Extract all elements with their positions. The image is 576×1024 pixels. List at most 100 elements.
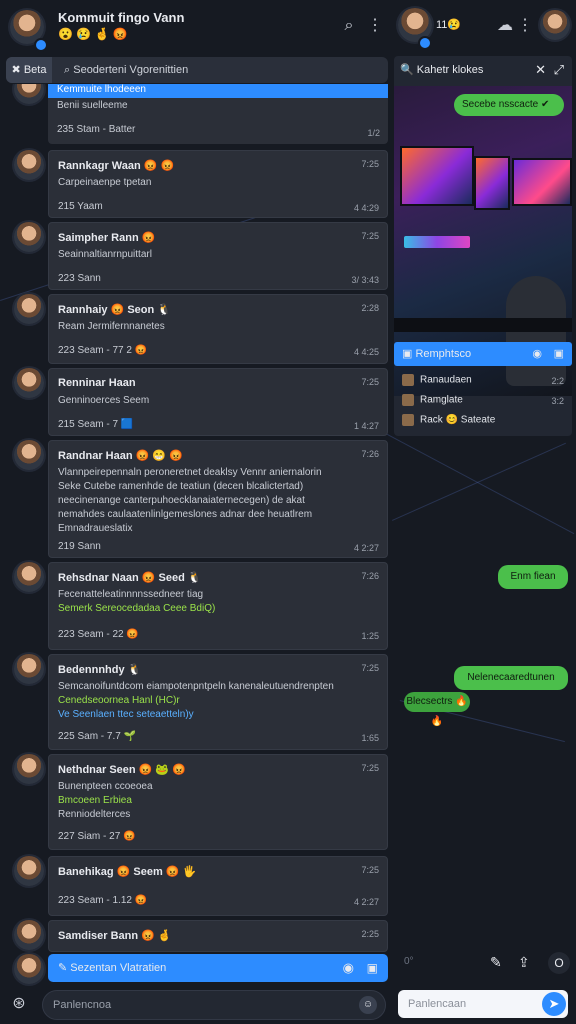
- member-item[interactable]: Ranaudaen: [402, 374, 472, 386]
- message-card[interactable]: Samdiser Bann 😡 🤞 2:25: [48, 920, 388, 952]
- whatsapp-icon[interactable]: ◉: [343, 954, 354, 982]
- side-toolbar: 0° ✎ ⇪ O: [400, 952, 572, 976]
- chat-bubble[interactable]: Nelenecaaredtunen: [454, 666, 568, 690]
- media-blue-bar[interactable]: ▣ Remphtsco ◉ ▣: [394, 342, 572, 366]
- emoji-icon[interactable]: ☺: [359, 996, 377, 1014]
- avatar[interactable]: [14, 222, 44, 252]
- search-icon[interactable]: ⌕: [338, 16, 360, 36]
- cloud-icon[interactable]: ☁: [494, 16, 516, 36]
- expand-icon[interactable]: ⤢: [554, 56, 564, 84]
- avatar[interactable]: [14, 562, 44, 592]
- message-text: Ream Jermifernnanetes: [58, 321, 165, 332]
- chat-column: Kommuit fingo Vann 😮 😢 🤞 😡 ⌕ ⋮ ✖ Beta ⌕ …: [0, 0, 392, 1024]
- message-text: Fecenatteleatinnnnssedneer tiag: [58, 589, 204, 600]
- message-time: 7:26: [361, 571, 379, 581]
- message-meta: 215 Yaam: [58, 201, 103, 212]
- avatar[interactable]: [14, 856, 44, 886]
- message-ticks: 4 4:29: [353, 203, 379, 213]
- message-card[interactable]: Rannkagr Waan 😡 😡 7:25 Carpeinaenpe tpet…: [48, 150, 388, 218]
- message-time: 7:25: [361, 865, 379, 875]
- overlay-pill[interactable]: Secebe nsscacte ✔: [454, 94, 564, 116]
- message-text: Seke Cutebe ramenhde de teatiun (decen b…: [58, 481, 304, 492]
- message-card[interactable]: Kemmuite lhodeeen Benii suelleeme 235 St…: [48, 84, 388, 144]
- share-icon[interactable]: ⇪: [518, 954, 530, 971]
- media-panel-header: 🔍 Kahetr klokes ✕ ⤢: [394, 56, 572, 84]
- message-author: Nethdnar Seen 😡 🐸 😡: [58, 764, 186, 776]
- message-author: Randnar Haan 😡 😁 😡: [58, 450, 183, 462]
- media-panel-title-text: Kahetr klokes: [416, 64, 484, 76]
- monitor-shape: [400, 146, 474, 206]
- message-meta: 219 Sann: [58, 541, 101, 552]
- message-text: Renniodelterces: [58, 809, 131, 820]
- message-card[interactable]: Nethdnar Seen 😡 🐸 😡 7:25 Bunenpteen ccoe…: [48, 754, 388, 850]
- message-time: 7:25: [361, 377, 379, 387]
- member-item[interactable]: Rack 😊 Sateate: [402, 414, 495, 426]
- close-icon[interactable]: ✕: [535, 56, 546, 84]
- kebab-icon[interactable]: ⋮: [364, 16, 386, 36]
- message-card[interactable]: Banehikag 😡 Seem 😡 🖐 7:25 223 Seam - 1.1…: [48, 856, 388, 916]
- message-time: 7:25: [361, 159, 379, 169]
- message-meta: 223 Seam - 77 2 😡: [58, 345, 148, 356]
- message-ticks: 3/ 3:43: [351, 275, 379, 285]
- compose-banner-label: ✎ Sezentan Vlatratien: [58, 962, 167, 974]
- pin-icon[interactable]: ✎: [490, 954, 502, 971]
- chat-bubble[interactable]: Blecsectrs 🔥🔥: [404, 692, 470, 727]
- monitor-shape: [512, 158, 572, 206]
- message-card[interactable]: Bedennnhdy 🐧 7:25 Semcanoifuntdcom eiamp…: [48, 654, 388, 750]
- message-ticks: 1 4:27: [353, 421, 379, 431]
- avatar[interactable]: [14, 920, 44, 950]
- message-text: Seainnaltianrnpuittarl: [58, 249, 152, 260]
- message-card[interactable]: Saimpher Rann 😡 7:25 Seainnaltianrnpuitt…: [48, 222, 388, 290]
- message-text: Bmcoeen Erbiea: [58, 795, 132, 806]
- avatar[interactable]: [14, 754, 44, 784]
- message-ticks: 1:25: [361, 631, 379, 641]
- compose-banner[interactable]: ✎ Sezentan Vlatratien ◉ ▣: [48, 954, 388, 982]
- avatar[interactable]: [14, 954, 44, 984]
- user-avatar[interactable]: [540, 10, 570, 40]
- message-list[interactable]: Kemmuite lhodeeen Benii suelleeme 235 St…: [0, 84, 392, 954]
- avatar[interactable]: [14, 368, 44, 398]
- message-text: Genninoerces Seem: [58, 395, 150, 406]
- member-avatar: [402, 394, 414, 406]
- search-text: Seoderteni Vgorenittien: [73, 64, 189, 76]
- kebab-icon[interactable]: ⋮: [514, 16, 536, 36]
- whatsapp-icon[interactable]: ◉: [532, 342, 542, 366]
- filter-chip[interactable]: ✖ Beta: [6, 57, 52, 83]
- message-meta: 235 Stam - Batter: [57, 124, 136, 135]
- message-input[interactable]: Panlencnoa ☺: [42, 990, 386, 1020]
- avatar[interactable]: [14, 440, 44, 470]
- message-card[interactable]: Rehsdnar Naan 😡 Seed 🐧 7:26 Fecenattelea…: [48, 562, 388, 650]
- compose-banner-text: Sezentan Vlatratien: [70, 962, 167, 974]
- input-bar: ⊛ Panlencnoa ☺: [0, 986, 392, 1024]
- avatar[interactable]: [14, 294, 44, 324]
- avatar[interactable]: [14, 84, 44, 104]
- overlay-pill-label: Secebe nsscacte: [462, 99, 539, 110]
- member-item[interactable]: Ramglate: [402, 394, 463, 406]
- message-text: Emnadraueslatix: [58, 523, 133, 534]
- message-text: Semcanoifuntdcom eiampotenpntpeln kanena…: [58, 681, 334, 692]
- desk-shape: [394, 318, 572, 332]
- search-bar[interactable]: ✖ Beta ⌕ Seoderteni Vgorenittien: [6, 57, 388, 83]
- message-author: Rannhaiy 😡 Seon 🐧: [58, 304, 171, 316]
- window-icon[interactable]: ▣: [554, 342, 564, 366]
- send-icon[interactable]: ➤: [542, 992, 566, 1016]
- chat-bubble[interactable]: Enm fiean: [498, 565, 568, 589]
- window-icon[interactable]: ▣: [367, 954, 378, 982]
- message-author: Kemmuite lhodeeen: [57, 84, 146, 95]
- message-card[interactable]: Renninar Haan 7:25 Genninoerces Seem 215…: [48, 368, 388, 436]
- avatar[interactable]: [14, 654, 44, 684]
- attach-icon[interactable]: ⊛: [8, 994, 30, 1014]
- message-author: Rehsdnar Naan 😡 Seed 🐧: [58, 572, 202, 584]
- status-emojis: 😮 😢 🤞 😡: [58, 27, 128, 41]
- message-author: Bedennnhdy 🐧: [58, 664, 142, 676]
- message-author: Rannkagr Waan 😡 😡: [58, 160, 175, 172]
- avatar[interactable]: [14, 150, 44, 180]
- message-card[interactable]: Randnar Haan 😡 😁 😡 7:26 Vlannpeirepennal…: [48, 440, 388, 558]
- reply-input[interactable]: Panlencaan ➤: [398, 990, 568, 1018]
- search-input[interactable]: ⌕ Seoderteni Vgorenittien: [64, 57, 188, 83]
- record-button[interactable]: O: [548, 952, 570, 974]
- member-name: Ramglate: [420, 394, 463, 406]
- message-card[interactable]: Rannhaiy 😡 Seon 🐧 2:28 Ream Jermifernnan…: [48, 294, 388, 364]
- message-text: Benii suelleeme: [57, 100, 128, 111]
- message-ticks: 4 2:27: [353, 897, 379, 907]
